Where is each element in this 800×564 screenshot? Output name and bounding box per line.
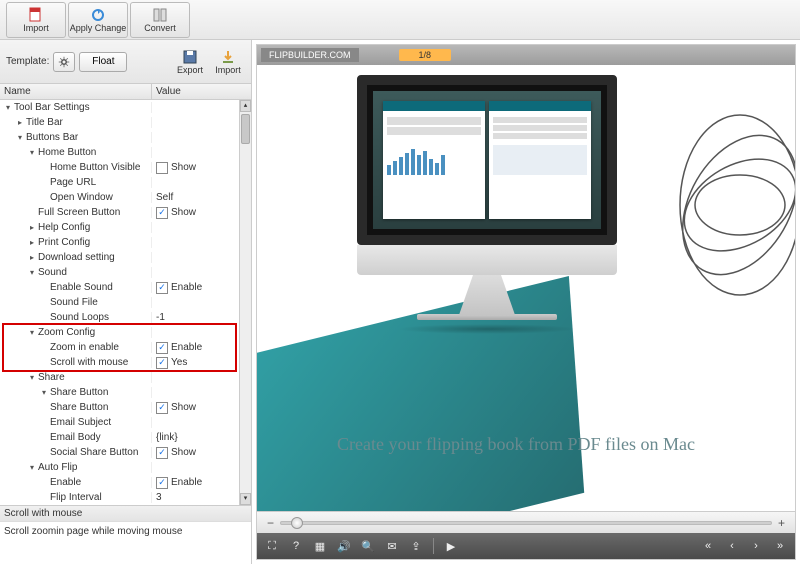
checkbox[interactable]	[156, 162, 168, 174]
preview-header: FLIPBUILDER.COM 1/8	[257, 45, 795, 65]
zoom-slider[interactable]	[280, 521, 772, 525]
template-label: Template:	[6, 56, 49, 67]
apply-change-button[interactable]: Apply Change	[68, 2, 128, 38]
tree-row[interactable]: ▸Title Bar	[0, 115, 251, 130]
tree-row[interactable]: ▸Download setting	[0, 250, 251, 265]
search-icon[interactable]: 🔍	[361, 540, 375, 553]
tree-row[interactable]: Page URL	[0, 175, 251, 190]
settings-sidebar: Template: Float Export Import Name Value	[0, 40, 252, 564]
scroll-up[interactable]: ▴	[240, 100, 251, 112]
hint-body: Scroll zoomin page while moving mouse	[0, 522, 251, 564]
pdf-icon	[28, 7, 44, 23]
col-name[interactable]: Name	[0, 84, 152, 99]
next-page-icon[interactable]: ›	[749, 540, 763, 552]
template-bar: Template: Float Export Import	[0, 40, 251, 84]
prev-page-icon[interactable]: ‹	[725, 540, 739, 552]
checkbox[interactable]: ✓	[156, 477, 168, 489]
sound-icon[interactable]: 🔊	[337, 540, 351, 553]
tree-row[interactable]: Sound Loops-1	[0, 310, 251, 325]
first-page-icon[interactable]: «	[701, 540, 715, 552]
tree-row[interactable]: ▸Help Config	[0, 220, 251, 235]
tree-row[interactable]: ▾Share	[0, 370, 251, 385]
tree-row[interactable]: Scroll with mouse✓Yes	[0, 355, 251, 370]
tree-row[interactable]: Sound File	[0, 295, 251, 310]
tree-row[interactable]: ▾Tool Bar Settings	[0, 100, 251, 115]
convert-icon	[152, 7, 168, 23]
play-icon[interactable]: ▶	[444, 540, 458, 553]
share-icon[interactable]: ⇪	[409, 540, 423, 553]
float-button[interactable]: Float	[79, 52, 127, 72]
checkbox[interactable]: ✓	[156, 357, 168, 369]
tree-row[interactable]: ▾Zoom Config	[0, 325, 251, 340]
tree-scrollbar[interactable]: ▴ ▾	[239, 100, 251, 505]
spiral-decoration	[665, 105, 795, 305]
last-page-icon[interactable]: »	[773, 540, 787, 552]
checkbox[interactable]: ✓	[156, 282, 168, 294]
scroll-thumb[interactable]	[241, 114, 250, 144]
col-value[interactable]: Value	[152, 84, 251, 99]
settings-tree: ▾Tool Bar Settings▸Title Bar▾Buttons Bar…	[0, 100, 251, 505]
import-button[interactable]: Import	[6, 2, 66, 38]
tree-row[interactable]: Open WindowSelf	[0, 190, 251, 205]
template-settings-button[interactable]	[53, 52, 75, 72]
brand-label: FLIPBUILDER.COM	[261, 48, 359, 62]
hint-title: Scroll with mouse	[0, 506, 251, 522]
export-button[interactable]: Export	[173, 49, 207, 75]
tree-row[interactable]: ▾Auto Flip	[0, 460, 251, 475]
gear-icon	[58, 56, 70, 68]
refresh-icon	[90, 7, 106, 23]
tree-row[interactable]: Email Body{link}	[0, 430, 251, 445]
tree-row[interactable]: ▾Buttons Bar	[0, 130, 251, 145]
zoom-out-icon[interactable]: −	[267, 516, 274, 530]
tree-row[interactable]: Full Screen Button✓Show	[0, 205, 251, 220]
preview-pane: FLIPBUILDER.COM 1/8	[256, 44, 796, 560]
tree-row[interactable]: Enable✓Enable	[0, 475, 251, 490]
fullscreen-icon[interactable]: ⛶	[265, 540, 279, 553]
tagline-text: Create your flipping book from PDF files…	[337, 434, 785, 455]
zoom-thumb[interactable]	[291, 517, 303, 529]
tree-row[interactable]: Email Subject	[0, 415, 251, 430]
zoom-in-icon[interactable]: +	[778, 516, 785, 530]
tree-row[interactable]: Home Button VisibleShow	[0, 160, 251, 175]
preview-toolbar: ⛶ ? ▦ 🔊 🔍 ✉ ⇪ ▶ « ‹ › »	[257, 533, 795, 559]
checkbox[interactable]: ✓	[156, 402, 168, 414]
page-indicator[interactable]: 1/8	[399, 49, 452, 61]
checkbox[interactable]: ✓	[156, 207, 168, 219]
scroll-down[interactable]: ▾	[240, 493, 251, 505]
import-settings-button[interactable]: Import	[211, 49, 245, 75]
import-icon	[220, 49, 236, 65]
hint-panel: Scroll with mouse Scroll zoomin page whi…	[0, 505, 251, 564]
checkbox[interactable]: ✓	[156, 447, 168, 459]
zoom-slider-bar: − +	[257, 511, 795, 533]
mail-icon[interactable]: ✉	[385, 540, 399, 553]
tree-row[interactable]: ▾Share Button	[0, 385, 251, 400]
main-toolbar: Import Apply Change Convert	[0, 0, 800, 40]
save-icon	[182, 49, 198, 65]
help-icon[interactable]: ?	[289, 540, 303, 552]
preview-canvas[interactable]: Create your flipping book from PDF files…	[257, 65, 795, 511]
checkbox[interactable]: ✓	[156, 342, 168, 354]
imac-mockup	[357, 75, 617, 338]
convert-button[interactable]: Convert	[130, 2, 190, 38]
tree-row[interactable]: ▾Sound	[0, 265, 251, 280]
tree-row[interactable]: Share Button✓Show	[0, 400, 251, 415]
thumbnails-icon[interactable]: ▦	[313, 540, 327, 553]
tree-row[interactable]: Enable Sound✓Enable	[0, 280, 251, 295]
tree-row[interactable]: ▾Home Button	[0, 145, 251, 160]
tree-row[interactable]: ▸Print Config	[0, 235, 251, 250]
tree-row[interactable]: Flip Interval3	[0, 490, 251, 505]
tree-row[interactable]: Social Share Button✓Show	[0, 445, 251, 460]
tree-header: Name Value	[0, 84, 251, 100]
tree-row[interactable]: Zoom in enable✓Enable	[0, 340, 251, 355]
